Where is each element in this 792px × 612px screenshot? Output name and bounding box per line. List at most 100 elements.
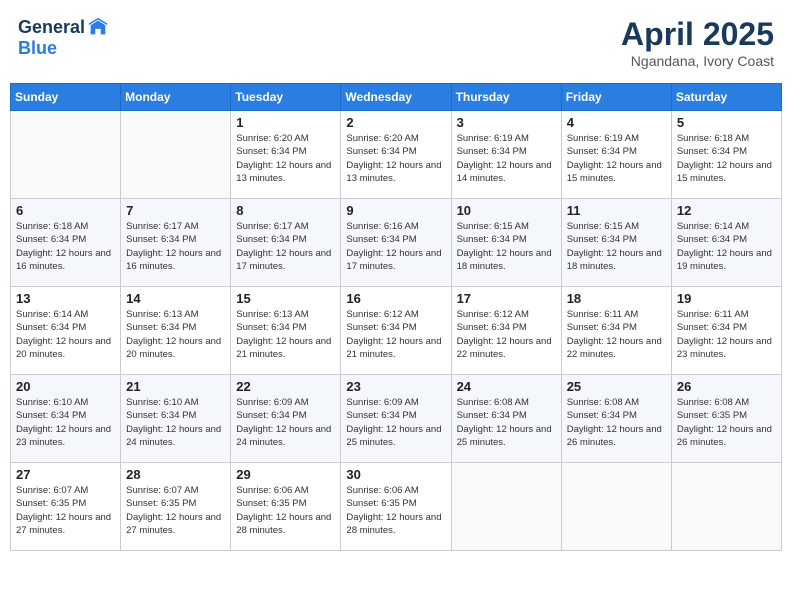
day-number: 24 — [457, 379, 556, 394]
day-detail: Sunrise: 6:12 AM Sunset: 6:34 PM Dayligh… — [457, 308, 556, 361]
calendar-day-14: 14 Sunrise: 6:13 AM Sunset: 6:34 PM Dayli… — [121, 287, 231, 375]
calendar-week-5: 27 Sunrise: 6:07 AM Sunset: 6:35 PM Dayli… — [11, 463, 782, 551]
calendar-body: 1 Sunrise: 6:20 AM Sunset: 6:34 PM Daylig… — [11, 111, 782, 551]
calendar-day-23: 23 Sunrise: 6:09 AM Sunset: 6:34 PM Dayli… — [341, 375, 451, 463]
logo-blue: Blue — [18, 38, 57, 58]
day-number: 19 — [677, 291, 776, 306]
calendar-day-28: 28 Sunrise: 6:07 AM Sunset: 6:35 PM Dayli… — [121, 463, 231, 551]
title-block: April 2025 Ngandana, Ivory Coast — [621, 16, 774, 69]
calendar-day-16: 16 Sunrise: 6:12 AM Sunset: 6:34 PM Dayli… — [341, 287, 451, 375]
location: Ngandana, Ivory Coast — [621, 53, 774, 69]
day-detail: Sunrise: 6:18 AM Sunset: 6:34 PM Dayligh… — [16, 220, 115, 273]
page-header: General Blue April 2025 Ngandana, Ivory … — [10, 10, 782, 75]
calendar-day-6: 6 Sunrise: 6:18 AM Sunset: 6:34 PM Daylig… — [11, 199, 121, 287]
day-detail: Sunrise: 6:06 AM Sunset: 6:35 PM Dayligh… — [346, 484, 445, 537]
day-number: 1 — [236, 115, 335, 130]
day-detail: Sunrise: 6:18 AM Sunset: 6:34 PM Dayligh… — [677, 132, 776, 185]
day-detail: Sunrise: 6:08 AM Sunset: 6:34 PM Dayligh… — [457, 396, 556, 449]
day-detail: Sunrise: 6:10 AM Sunset: 6:34 PM Dayligh… — [126, 396, 225, 449]
day-detail: Sunrise: 6:13 AM Sunset: 6:34 PM Dayligh… — [236, 308, 335, 361]
calendar-table: SundayMondayTuesdayWednesdayThursdayFrid… — [10, 83, 782, 551]
calendar-day-empty — [561, 463, 671, 551]
day-number: 11 — [567, 203, 666, 218]
calendar-day-8: 8 Sunrise: 6:17 AM Sunset: 6:34 PM Daylig… — [231, 199, 341, 287]
day-detail: Sunrise: 6:20 AM Sunset: 6:34 PM Dayligh… — [236, 132, 335, 185]
day-detail: Sunrise: 6:08 AM Sunset: 6:34 PM Dayligh… — [567, 396, 666, 449]
calendar-day-27: 27 Sunrise: 6:07 AM Sunset: 6:35 PM Dayli… — [11, 463, 121, 551]
day-number: 17 — [457, 291, 556, 306]
calendar-day-25: 25 Sunrise: 6:08 AM Sunset: 6:34 PM Dayli… — [561, 375, 671, 463]
calendar-day-3: 3Sunrise: 6:19 AM Sunset: 6:34 PM Daylig… — [451, 111, 561, 199]
calendar-day-24: 24 Sunrise: 6:08 AM Sunset: 6:34 PM Dayli… — [451, 375, 561, 463]
calendar-day-11: 11Sunrise: 6:15 AM Sunset: 6:34 PM Dayli… — [561, 199, 671, 287]
day-detail: Sunrise: 6:08 AM Sunset: 6:35 PM Dayligh… — [677, 396, 776, 449]
weekday-tuesday: Tuesday — [231, 84, 341, 111]
calendar-day-15: 15 Sunrise: 6:13 AM Sunset: 6:34 PM Dayli… — [231, 287, 341, 375]
weekday-thursday: Thursday — [451, 84, 561, 111]
day-number: 7 — [126, 203, 225, 218]
day-detail: Sunrise: 6:07 AM Sunset: 6:35 PM Dayligh… — [126, 484, 225, 537]
calendar-week-1: 1 Sunrise: 6:20 AM Sunset: 6:34 PM Daylig… — [11, 111, 782, 199]
day-detail: Sunrise: 6:19 AM Sunset: 6:34 PM Dayligh… — [457, 132, 556, 185]
day-number: 14 — [126, 291, 225, 306]
weekday-header-row: SundayMondayTuesdayWednesdayThursdayFrid… — [11, 84, 782, 111]
calendar-week-2: 6 Sunrise: 6:18 AM Sunset: 6:34 PM Daylig… — [11, 199, 782, 287]
weekday-friday: Friday — [561, 84, 671, 111]
day-number: 15 — [236, 291, 335, 306]
day-detail: Sunrise: 6:06 AM Sunset: 6:35 PM Dayligh… — [236, 484, 335, 537]
calendar-day-17: 17 Sunrise: 6:12 AM Sunset: 6:34 PM Dayli… — [451, 287, 561, 375]
day-detail: Sunrise: 6:15 AM Sunset: 6:34 PM Dayligh… — [457, 220, 556, 273]
calendar-day-30: 30Sunrise: 6:06 AM Sunset: 6:35 PM Dayli… — [341, 463, 451, 551]
day-number: 18 — [567, 291, 666, 306]
day-number: 20 — [16, 379, 115, 394]
month-year: April 2025 — [621, 16, 774, 53]
day-number: 25 — [567, 379, 666, 394]
calendar-day-5: 5Sunrise: 6:18 AM Sunset: 6:34 PM Daylig… — [671, 111, 781, 199]
calendar-week-4: 20 Sunrise: 6:10 AM Sunset: 6:34 PM Dayli… — [11, 375, 782, 463]
calendar-day-9: 9Sunrise: 6:16 AM Sunset: 6:34 PM Daylig… — [341, 199, 451, 287]
day-number: 8 — [236, 203, 335, 218]
day-number: 28 — [126, 467, 225, 482]
day-number: 23 — [346, 379, 445, 394]
logo: General Blue — [18, 16, 109, 59]
calendar-day-empty — [671, 463, 781, 551]
day-detail: Sunrise: 6:09 AM Sunset: 6:34 PM Dayligh… — [346, 396, 445, 449]
day-detail: Sunrise: 6:09 AM Sunset: 6:34 PM Dayligh… — [236, 396, 335, 449]
day-detail: Sunrise: 6:17 AM Sunset: 6:34 PM Dayligh… — [126, 220, 225, 273]
calendar-day-26: 26 Sunrise: 6:08 AM Sunset: 6:35 PM Dayli… — [671, 375, 781, 463]
calendar-day-12: 12 Sunrise: 6:14 AM Sunset: 6:34 PM Dayli… — [671, 199, 781, 287]
day-number: 26 — [677, 379, 776, 394]
day-number: 6 — [16, 203, 115, 218]
calendar-day-18: 18 Sunrise: 6:11 AM Sunset: 6:34 PM Dayli… — [561, 287, 671, 375]
calendar-week-3: 13Sunrise: 6:14 AM Sunset: 6:34 PM Dayli… — [11, 287, 782, 375]
day-detail: Sunrise: 6:10 AM Sunset: 6:34 PM Dayligh… — [16, 396, 115, 449]
day-number: 16 — [346, 291, 445, 306]
day-detail: Sunrise: 6:07 AM Sunset: 6:35 PM Dayligh… — [16, 484, 115, 537]
calendar-day-20: 20 Sunrise: 6:10 AM Sunset: 6:34 PM Dayli… — [11, 375, 121, 463]
logo-general: General — [18, 17, 85, 38]
calendar-day-22: 22 Sunrise: 6:09 AM Sunset: 6:34 PM Dayli… — [231, 375, 341, 463]
weekday-sunday: Sunday — [11, 84, 121, 111]
day-number: 4 — [567, 115, 666, 130]
day-detail: Sunrise: 6:19 AM Sunset: 6:34 PM Dayligh… — [567, 132, 666, 185]
day-detail: Sunrise: 6:11 AM Sunset: 6:34 PM Dayligh… — [567, 308, 666, 361]
logo-icon — [87, 16, 109, 38]
day-detail: Sunrise: 6:13 AM Sunset: 6:34 PM Dayligh… — [126, 308, 225, 361]
weekday-saturday: Saturday — [671, 84, 781, 111]
calendar-day-4: 4 Sunrise: 6:19 AM Sunset: 6:34 PM Daylig… — [561, 111, 671, 199]
calendar-day-19: 19Sunrise: 6:11 AM Sunset: 6:34 PM Dayli… — [671, 287, 781, 375]
day-detail: Sunrise: 6:12 AM Sunset: 6:34 PM Dayligh… — [346, 308, 445, 361]
day-number: 12 — [677, 203, 776, 218]
day-number: 27 — [16, 467, 115, 482]
calendar-day-2: 2Sunrise: 6:20 AM Sunset: 6:34 PM Daylig… — [341, 111, 451, 199]
day-detail: Sunrise: 6:17 AM Sunset: 6:34 PM Dayligh… — [236, 220, 335, 273]
day-detail: Sunrise: 6:14 AM Sunset: 6:34 PM Dayligh… — [677, 220, 776, 273]
weekday-wednesday: Wednesday — [341, 84, 451, 111]
calendar-day-21: 21Sunrise: 6:10 AM Sunset: 6:34 PM Dayli… — [121, 375, 231, 463]
day-number: 22 — [236, 379, 335, 394]
day-detail: Sunrise: 6:14 AM Sunset: 6:34 PM Dayligh… — [16, 308, 115, 361]
calendar-day-1: 1 Sunrise: 6:20 AM Sunset: 6:34 PM Daylig… — [231, 111, 341, 199]
calendar-day-29: 29Sunrise: 6:06 AM Sunset: 6:35 PM Dayli… — [231, 463, 341, 551]
calendar-day-10: 10Sunrise: 6:15 AM Sunset: 6:34 PM Dayli… — [451, 199, 561, 287]
calendar-day-empty — [121, 111, 231, 199]
